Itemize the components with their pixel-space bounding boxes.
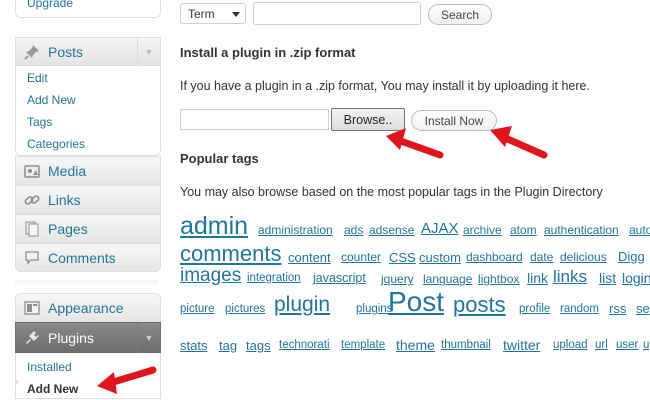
annotation-arrows [97,126,548,394]
arrow-to-add-new-icon [97,366,157,394]
arrow-to-browse-icon [386,128,444,159]
arrow-to-install-icon [490,126,548,159]
